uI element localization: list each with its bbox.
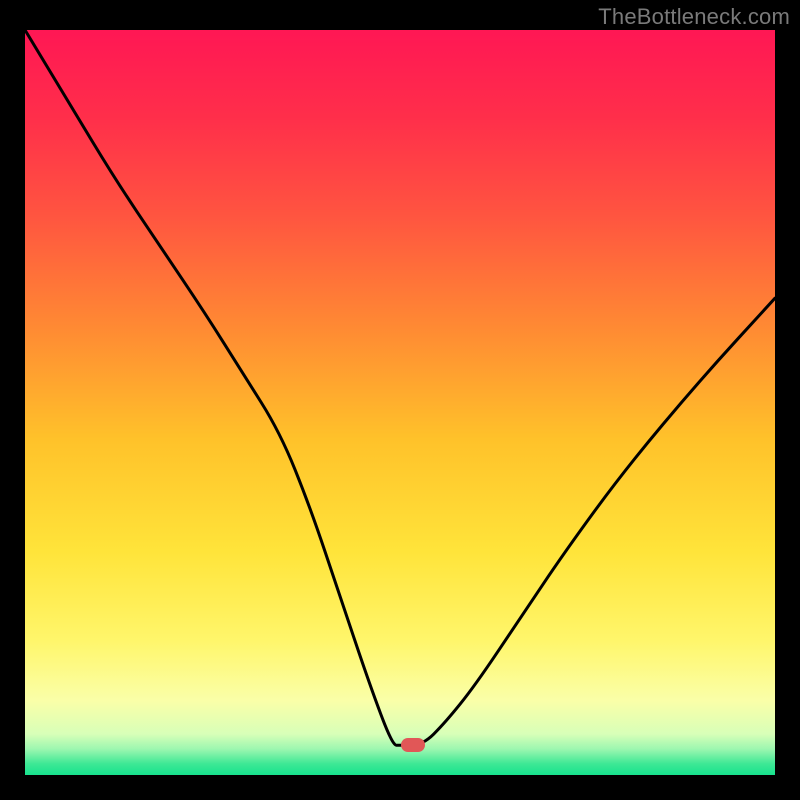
gradient-background xyxy=(25,30,775,775)
optimal-point-marker xyxy=(401,738,425,752)
plot-area xyxy=(25,30,775,775)
chart-frame: TheBottleneck.com xyxy=(0,0,800,800)
attribution-text: TheBottleneck.com xyxy=(598,4,790,30)
bottleneck-chart xyxy=(25,30,775,775)
